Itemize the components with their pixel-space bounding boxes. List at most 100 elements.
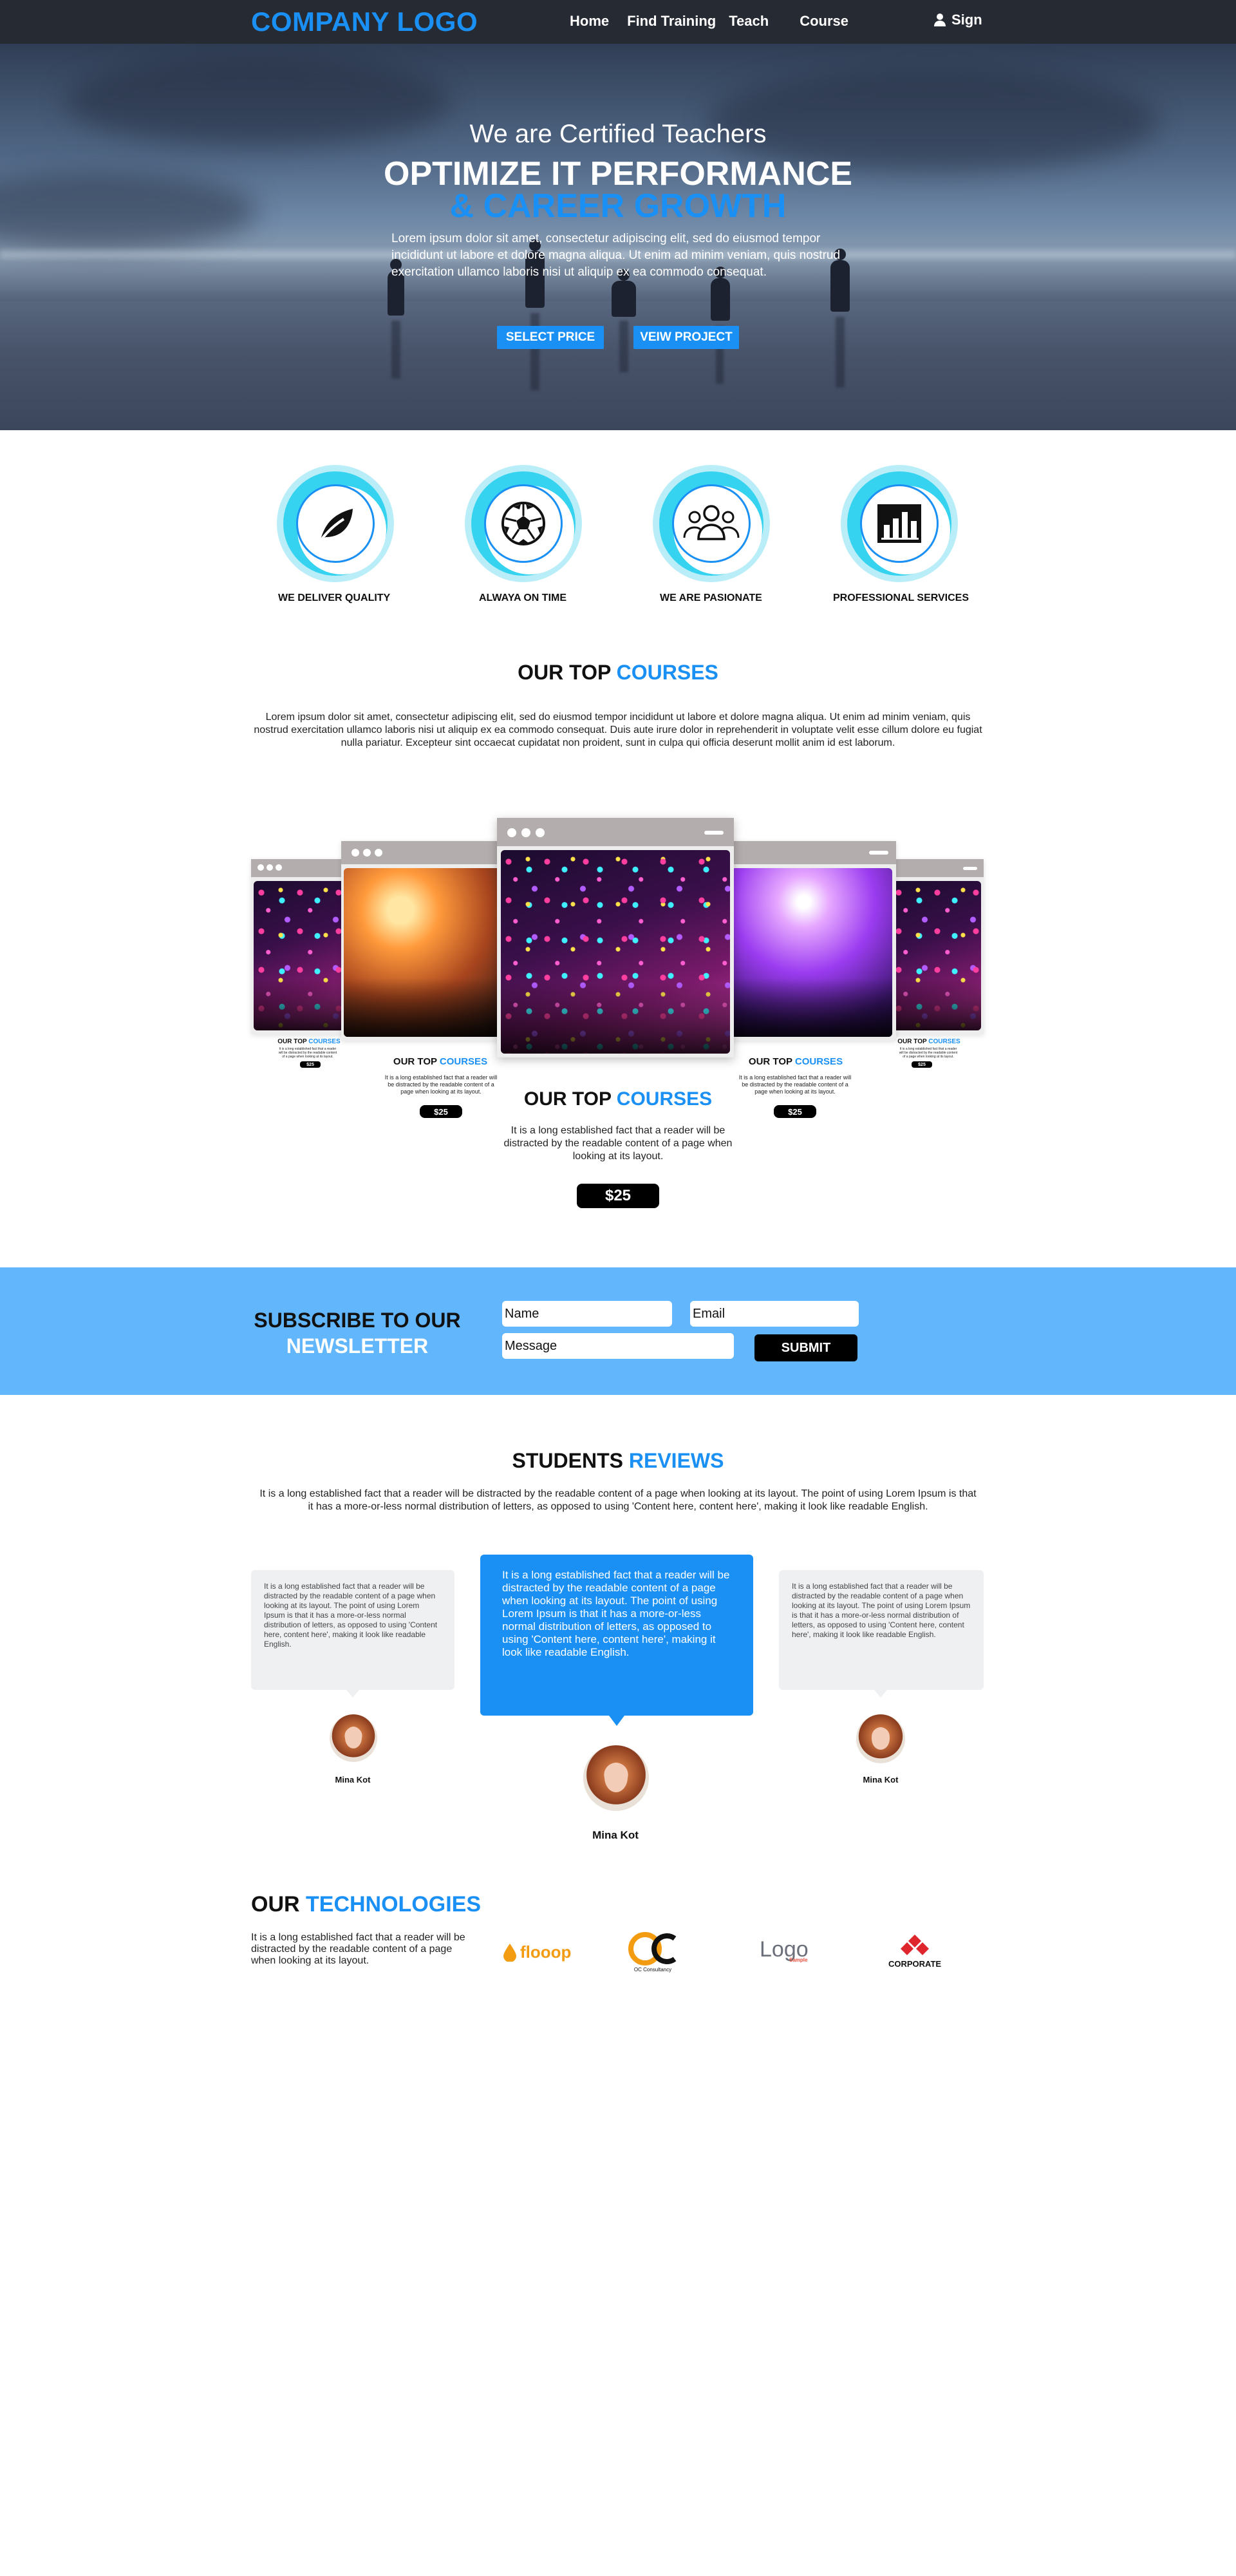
flooop-logo[interactable]: flooop [503,1942,571,1962]
course-image [731,868,892,1037]
submit-button[interactable]: SUBMIT [754,1334,857,1361]
review-bubble: It is a long established fact that a rea… [779,1570,984,1690]
course-card[interactable] [888,859,984,1034]
top-navbar: COMPANY LOGO Home Find Training Teach Co… [0,0,1236,44]
feature-ring [653,465,770,582]
message-field[interactable] [502,1333,734,1359]
hero-beach [0,301,1236,430]
course-card-featured[interactable] [497,818,734,1057]
reviews-heading-accent: REVIEWS [628,1449,724,1472]
name-field[interactable] [502,1301,672,1327]
diamond-icon [901,1935,930,1955]
nav-find-training[interactable]: Find Training [627,13,716,30]
course-card-title: OUR TOP COURSES [277,1038,341,1045]
course-image [344,868,506,1037]
feature-ring [277,465,394,582]
technologies-text: It is a long established fact that a rea… [251,1932,465,1966]
hero-silhouette [711,267,730,321]
feature-label: WE DELIVER QUALITY [278,592,391,603]
courses-heading: OUR TOP COURSES [0,661,1236,685]
newsletter-title: SUBSCRIBE TO OUR NEWSLETTER [251,1307,464,1359]
course-card-title: OUR TOP COURSES [748,1056,843,1067]
hero-reflection [391,321,400,379]
newsletter-title-line1: SUBSCRIBE TO OUR [254,1309,461,1332]
nav-teach[interactable]: Teach [729,13,769,30]
course-price[interactable]: $25 [577,1184,659,1208]
user-icon [934,14,946,26]
course-card[interactable] [251,859,348,1034]
hero-text: Lorem ipsum dolor sit amet, consectetur … [391,232,841,279]
course-card[interactable] [341,841,509,1041]
reviewer-name: Mina Kot [335,1775,371,1785]
hero-reflection [530,313,539,390]
reviewer-name: Mina Kot [863,1775,899,1785]
course-image [254,881,345,1030]
feature-label: WE ARE PASIONATE [660,592,762,603]
email-field[interactable] [690,1301,859,1327]
review-bubble-featured: It is a long established fact that a rea… [480,1555,753,1716]
select-price-button[interactable]: SELECT PRICE [497,326,604,349]
nav-course[interactable]: Course [800,13,848,30]
soccer-ball-icon [501,502,545,545]
course-card-title: OUR TOP COURSES [897,1038,960,1045]
avatar [856,1714,905,1763]
reviews-heading-text: STUDENTS [512,1449,629,1472]
feature-ring [465,465,582,582]
course-card-text: It is a long established fact that a rea… [503,1125,733,1162]
hero-reflection [836,317,845,388]
review-bubble-tail [874,1690,887,1698]
feature-ring [841,465,958,582]
hero-reflection [619,321,628,372]
course-card-title: OUR TOP COURSES [523,1088,713,1110]
courses-heading-text: OUR TOP [518,661,617,684]
course-card[interactable] [727,841,896,1041]
avatar [583,1745,649,1811]
course-image [891,881,981,1030]
hero-subtitle: We are Certified Teachers [469,120,767,148]
team-icon [683,505,740,540]
course-image [501,850,730,1054]
course-price[interactable]: $25 [912,1061,932,1068]
feature-label: ALWAYA ON TIME [479,592,567,603]
flooop-logo-text: flooop [520,1942,572,1962]
course-price[interactable]: $25 [300,1061,321,1068]
review-bubble-tail [609,1716,624,1726]
review-bubble: It is a long established fact that a rea… [251,1570,454,1690]
course-card-title: OUR TOP COURSES [393,1056,488,1067]
sign-in-button[interactable]: Sign [933,12,982,28]
oc-mark-icon [628,1932,677,1965]
hero-title-accent: & CAREER GROWTH [449,187,787,225]
company-logo[interactable]: COMPANY LOGO [251,6,478,37]
technologies-heading: OUR TECHNOLOGIES [251,1892,481,1917]
reviews-intro: It is a long established fact that a rea… [259,1488,977,1512]
main-nav: Home Find Training Teach Course [570,13,866,30]
course-card-text: It is a long established fact that a rea… [899,1047,958,1059]
hero-silhouette [612,269,636,317]
reviews-heading: STUDENTS REVIEWS [0,1449,1236,1473]
view-project-button[interactable]: VEIW PROJECT [633,326,739,349]
courses-heading-accent: COURSES [616,661,718,684]
logo-sample-sub: Sample [789,1957,808,1963]
leaf-icon [318,509,353,544]
courses-intro: Lorem ipsum dolor sit amet, consectetur … [254,712,982,748]
hero-banner: We are Certified Teachers OPTIMIZE IT PE… [0,44,1236,430]
sign-label: Sign [951,12,982,28]
page: { "header": { "logo": "COMPANY LOGO", "n… [0,0,1236,2576]
reviewer-name: Mina Kot [592,1829,639,1841]
logo-sample-logo[interactable]: Logo Sample [760,1937,809,1963]
oc-consultancy-logo[interactable]: OC Consultancy [628,1932,677,1973]
corporate-logo-text: CORPORATE [888,1959,942,1969]
corporate-logo[interactable]: CORPORATE [888,1935,941,1969]
avatar [330,1714,377,1762]
course-card-text: It is a long established fact that a rea… [278,1047,337,1059]
newsletter-title-line2: NEWSLETTER [286,1334,429,1358]
bar-chart-icon [877,504,921,543]
feature-label: PROFESSIONAL SERVICES [833,592,969,603]
review-bubble-tail [346,1690,359,1698]
technologies-heading-text: OUR [251,1892,306,1917]
oc-logo-text: OC Consultancy [633,1967,672,1973]
drop-icon [503,1943,516,1962]
newsletter-section: SUBSCRIBE TO OUR NEWSLETTER [0,1267,1236,1395]
technologies-heading-accent: TECHNOLOGIES [306,1892,482,1917]
nav-home[interactable]: Home [570,13,609,30]
